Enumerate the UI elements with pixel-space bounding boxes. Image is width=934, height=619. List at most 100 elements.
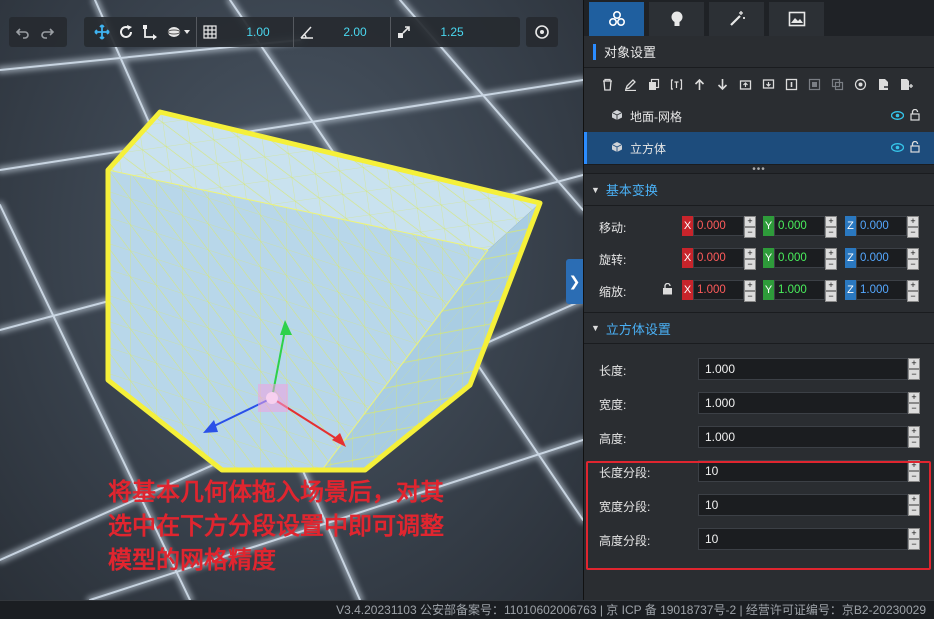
object-row-cube[interactable]: 立方体 [584, 132, 934, 164]
grid-icon [203, 25, 217, 39]
group-icon[interactable] [806, 76, 822, 92]
tutorial-caption: 将基本几何体拖入场景后，对其 选中在下方分段设置中即可调整 模型的网格精度 [108, 476, 508, 578]
redo-button[interactable] [39, 17, 55, 47]
position-z-field[interactable]: Z 0.000 + − [845, 216, 919, 238]
width-segments-label: 宽度分段: [599, 500, 651, 514]
scale-snap-icon-button[interactable] [391, 17, 417, 47]
undo-button[interactable] [15, 17, 31, 47]
tab-environment[interactable] [769, 2, 824, 36]
move-arrows-icon [94, 24, 110, 40]
coordinate-mode-dropdown[interactable] [162, 17, 196, 47]
position-x-field[interactable]: X 0.000 + − [682, 216, 756, 238]
position-y-field[interactable]: Y 0.000 + − [763, 216, 837, 238]
width-stepper[interactable]: + − [908, 392, 920, 414]
object-label: 立方体 [630, 141, 667, 156]
proportional-lock-icon[interactable] [662, 282, 673, 298]
export-icon[interactable] [875, 76, 891, 92]
caret-down-icon: ▼ [591, 323, 600, 333]
redo-icon [41, 28, 55, 39]
section-title: 对象设置 [584, 36, 934, 68]
scale-z-field[interactable]: Z 1.000 + − [845, 280, 919, 302]
footer-text: V3.4.20231103 公安部备案号：11010602006763 | 京 … [336, 603, 926, 617]
visibility-eye-icon[interactable] [890, 141, 905, 155]
height-segments-row: 高度分段: 10 + − [584, 522, 934, 556]
rotate-icon [120, 25, 132, 38]
height-input[interactable]: 1.000 [698, 426, 908, 448]
scale-label: 缩放: [599, 285, 627, 299]
move-bottom-icon[interactable] [760, 76, 776, 92]
length-input[interactable]: 1.000 [698, 358, 908, 380]
length-segments-input[interactable]: 10 [698, 460, 908, 482]
text-bracket-icon[interactable] [668, 76, 684, 92]
add-object-icon[interactable] [898, 76, 914, 92]
length-segments-row: 长度分段: 10 + − [584, 454, 934, 488]
objects-cluster-icon [608, 10, 625, 27]
angle-snap-value[interactable]: 2.00 [320, 25, 390, 39]
object-row-ground[interactable]: 地面-网格 [584, 100, 934, 132]
move-tool-button[interactable] [90, 17, 114, 47]
magic-wand-icon [729, 11, 745, 26]
rotate-tool-button[interactable] [114, 17, 138, 47]
undo-icon [15, 28, 29, 39]
length-row: 长度: 1.000 + − [584, 352, 934, 386]
object-toolbar [584, 68, 934, 100]
cube-settings-title: 立方体设置 [605, 321, 671, 337]
rotation-label: 旋转: [599, 253, 627, 267]
grid-snap-value[interactable]: 1.00 [223, 25, 293, 39]
move-up-icon[interactable] [691, 76, 707, 92]
chevron-right-icon: ❯ [568, 273, 581, 289]
width-segments-input[interactable]: 10 [698, 494, 908, 516]
list-resize-handle[interactable]: ••• [584, 164, 934, 175]
unlock-icon[interactable] [910, 108, 920, 124]
height-segments-stepper[interactable]: + − [908, 528, 920, 550]
length-label: 长度: [599, 364, 627, 378]
scale-snap-value[interactable]: 1.25 [417, 25, 487, 39]
3d-viewport[interactable]: 1.00 2.00 1.25 ❯ 将基本几何体拖入场景后，对其 选中在下方分段设… [0, 0, 583, 600]
rotation-x-field[interactable]: X 0.000 + − [682, 248, 756, 270]
scale-axis-icon [143, 25, 157, 40]
transform-group-header[interactable]: ▼ 基本变换 [584, 174, 934, 206]
rotation-y-field[interactable]: Y 0.000 + − [763, 248, 837, 270]
move-top-icon[interactable] [737, 76, 753, 92]
grid-snap-icon-button[interactable] [197, 17, 223, 47]
reset-view-button[interactable] [526, 17, 558, 47]
angle-snap-icon-button[interactable] [294, 17, 320, 47]
target-reset-icon [535, 25, 549, 39]
visibility-eye-icon[interactable] [890, 109, 905, 123]
unlock-icon[interactable] [910, 140, 920, 156]
cube-mesh[interactable] [105, 109, 543, 473]
height-stepper[interactable]: + − [908, 426, 920, 448]
ungroup-icon[interactable] [829, 76, 845, 92]
rename-icon[interactable] [622, 76, 638, 92]
tab-effects[interactable] [709, 2, 764, 36]
length-stepper[interactable]: + − [908, 358, 920, 380]
panel-tabs [584, 0, 934, 36]
width-segments-stepper[interactable]: + − [908, 494, 920, 516]
move-down-icon[interactable] [714, 76, 730, 92]
history-toolbar [9, 17, 67, 47]
delete-icon[interactable] [599, 76, 615, 92]
position-label: 移动: [599, 221, 627, 235]
info-icon[interactable] [783, 76, 799, 92]
tab-lighting[interactable] [649, 2, 704, 36]
cube-settings-header[interactable]: ▼ 立方体设置 [584, 312, 934, 344]
target-icon[interactable] [852, 76, 868, 92]
length-segments-stepper[interactable]: + − [908, 460, 920, 482]
angle-icon [300, 26, 313, 39]
scale-y-field[interactable]: Y 1.000 + − [763, 280, 837, 302]
section-title-text: 对象设置 [604, 45, 657, 60]
width-segments-row: 宽度分段: 10 + − [584, 488, 934, 522]
scale-tool-button[interactable] [138, 17, 162, 47]
copy-icon[interactable] [645, 76, 661, 92]
tab-objects[interactable] [589, 2, 644, 36]
height-segments-label: 高度分段: [599, 534, 651, 548]
caret-down-icon: ▼ [591, 184, 600, 195]
rotation-z-field[interactable]: Z 0.000 + − [845, 248, 919, 270]
width-input[interactable]: 1.000 [698, 392, 908, 414]
panel-collapse-button[interactable]: ❯ [566, 259, 583, 304]
transform-group-title: 基本变换 [605, 183, 658, 198]
properties-panel: 对象设置 地面-网格 立方体 ••• ▼ 基本变换 移动: X 0.000 + … [583, 0, 934, 600]
scale-x-field[interactable]: X 1.000 + − [682, 280, 756, 302]
cube-icon [611, 141, 623, 156]
height-segments-input[interactable]: 10 [698, 528, 908, 550]
